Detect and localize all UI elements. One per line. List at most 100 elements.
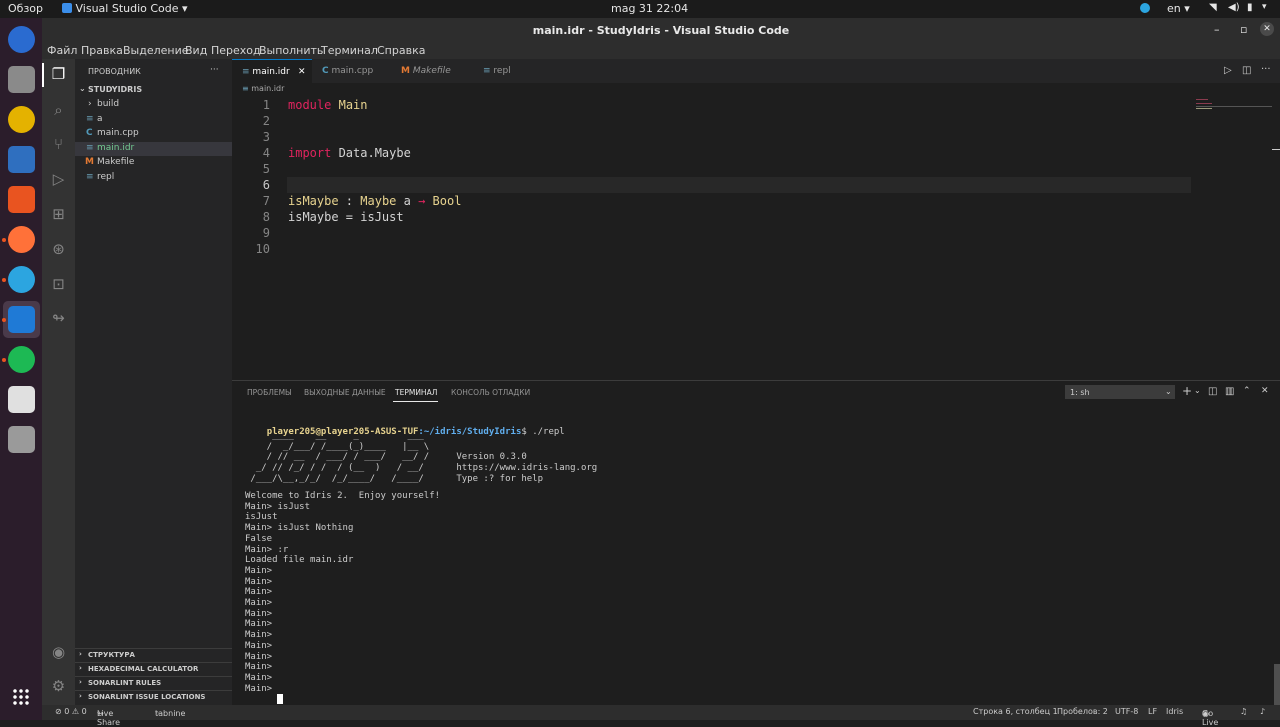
tab-main-idr[interactable]: ≡ main.idr ✕ <box>232 59 312 83</box>
menu-view[interactable]: Вид <box>185 44 207 57</box>
line-number: 5 <box>262 162 270 176</box>
gear-icon[interactable]: ⚙ <box>49 677 68 696</box>
encoding[interactable]: UTF-8 <box>1115 707 1138 716</box>
minimize-button[interactable]: – <box>1214 23 1220 36</box>
more-actions-icon[interactable]: ··· <box>1261 64 1271 75</box>
rhythmbox-icon[interactable] <box>8 106 35 133</box>
close-icon[interactable]: ✕ <box>298 60 306 84</box>
tree-item-makefile[interactable]: M Makefile <box>75 157 232 171</box>
battery-icon[interactable]: ▮ <box>1247 2 1253 13</box>
tree-item-main-cpp[interactable]: C main.cpp <box>75 128 232 142</box>
add-terminal-icon[interactable]: + <box>1182 384 1192 398</box>
terminal-select[interactable]: 1: sh ⌄ <box>1065 385 1175 399</box>
sonarlint-issue-locations-section[interactable]: › SONARLINT ISSUE LOCATIONS <box>75 690 232 704</box>
running-indicator <box>2 358 6 362</box>
tree-item-build[interactable]: › build <box>75 99 232 113</box>
menu-selection[interactable]: Выделение <box>123 44 189 57</box>
minimap[interactable] <box>1194 98 1274 110</box>
outline-section[interactable]: › СТРУКТУРА <box>75 648 232 662</box>
explorer-more-button[interactable]: ··· <box>210 65 219 75</box>
tree-item-repl[interactable]: ≡ repl <box>75 172 232 186</box>
tab-problems[interactable]: ПРОБЛЕМЫ <box>247 388 292 397</box>
code-line: 2 <box>232 113 1280 129</box>
section-label: SONARLINT RULES <box>88 679 162 687</box>
notifications-icon[interactable]: ♫ <box>1240 707 1247 716</box>
software-center-icon[interactable] <box>8 186 35 213</box>
chevron-right-icon: › <box>79 664 82 672</box>
tab-makefile[interactable]: M Makefile <box>391 59 473 83</box>
menu-terminal[interactable]: Терминал <box>321 44 378 57</box>
menu-edit[interactable]: Правка <box>81 44 123 57</box>
tab-debug-console[interactable]: КОНСОЛЬ ОТЛАДКИ <box>451 388 530 397</box>
explorer-icon[interactable]: ❐ <box>49 65 68 84</box>
activities-button[interactable]: Обзор <box>8 2 43 15</box>
run-debug-icon[interactable]: ▷ <box>49 170 68 189</box>
language-mode[interactable]: Idris <box>1166 707 1183 716</box>
running-indicator <box>2 238 6 242</box>
project-header[interactable]: ⌄ STUDYIDRIS <box>75 84 232 96</box>
app-menu[interactable]: Visual Studio Code ▾ <box>62 2 188 15</box>
tree-item-main-idr[interactable]: ≡ main.idr <box>75 142 232 156</box>
extensions-icon[interactable]: ⊞ <box>49 205 68 224</box>
volume-icon[interactable]: ◀) <box>1228 2 1240 13</box>
indentation[interactable]: Пробелов: 2 <box>1057 707 1108 716</box>
search-icon[interactable]: ⌕ <box>49 101 68 120</box>
remote-explorer-icon[interactable]: ⊡ <box>49 275 68 294</box>
code-editor[interactable]: ≡ main.idr 1 module Main 2 3 4 import Data.Ma… <box>232 83 1280 380</box>
breadcrumb-file[interactable]: main.idr <box>251 84 284 93</box>
status-bar: ⊘ 0 ⚠ 0 ↬ Live Share ◦ tabnine Строка 6,… <box>42 705 1280 727</box>
hexadecimal-calculator-section[interactable]: › HEXADECIMAL CALCULATOR <box>75 662 232 676</box>
bell-icon[interactable]: ♪ <box>1260 707 1265 716</box>
menu-go[interactable]: Переход <box>211 44 261 57</box>
terminal-scrollbar[interactable] <box>1274 664 1280 706</box>
live-share-icon[interactable]: ↬ <box>49 309 68 328</box>
menu-help[interactable]: Справка <box>377 44 425 57</box>
problems-status[interactable]: ⊘ 0 ⚠ 0 <box>55 707 87 716</box>
cursor-position[interactable]: Строка 6, столбец 1 <box>973 707 1058 716</box>
tab-repl[interactable]: ≡ repl <box>473 59 543 83</box>
source-control-icon[interactable]: ⑂ <box>49 135 68 154</box>
minimap-line <box>1196 106 1272 107</box>
telegram-tray-icon[interactable] <box>1140 3 1150 13</box>
run-icon[interactable]: ▷ <box>1224 65 1232 76</box>
screenshot-icon[interactable] <box>8 386 35 413</box>
close-panel-icon[interactable]: ✕ <box>1261 386 1269 396</box>
show-apps-icon[interactable] <box>12 688 30 706</box>
trash-icon[interactable]: ▥ <box>1225 386 1234 397</box>
menu-run[interactable]: Выполнить <box>259 44 323 57</box>
sonarlint-rules-section[interactable]: › SONARLINT RULES <box>75 676 232 690</box>
chevron-down-icon[interactable]: ▾ <box>1262 2 1267 12</box>
ssd-drive-icon[interactable] <box>8 426 35 453</box>
spotify-icon[interactable] <box>8 346 35 373</box>
vscode-dock-icon[interactable] <box>8 306 35 333</box>
maximize-button[interactable]: ▫ <box>1240 23 1247 36</box>
tab-label: main.cpp <box>331 66 374 76</box>
split-editor-icon[interactable]: ◫ <box>1242 65 1251 76</box>
account-icon[interactable]: ◉ <box>49 643 68 662</box>
keyboard-layout[interactable]: en ▾ <box>1167 2 1190 15</box>
end-of-line[interactable]: LF <box>1148 707 1157 716</box>
wifi-icon[interactable]: ◥ <box>1209 2 1217 13</box>
files-icon[interactable] <box>8 66 35 93</box>
tree-item-label: main.idr <box>97 143 135 153</box>
tab-terminal[interactable]: ТЕРМИНАЛ <box>395 388 437 397</box>
close-button[interactable]: ✕ <box>1260 22 1274 36</box>
writer-icon[interactable] <box>8 146 35 173</box>
menu-file[interactable]: Файл <box>47 44 77 57</box>
telegram-icon[interactable] <box>8 266 35 293</box>
firefox-icon[interactable] <box>8 226 35 253</box>
tab-output[interactable]: ВЫХОДНЫЕ ДАННЫЕ <box>304 388 386 397</box>
maximize-panel-icon[interactable]: ⌃ <box>1243 386 1251 396</box>
git-graph-icon[interactable]: ⊛ <box>49 240 68 259</box>
line-number: 9 <box>262 226 270 240</box>
chevron-down-icon[interactable]: ⌄ <box>1194 386 1201 395</box>
tab-label: Makefile <box>412 66 451 76</box>
split-terminal-icon[interactable]: ◫ <box>1208 386 1217 397</box>
clock[interactable]: mag 31 22:04 <box>611 2 688 15</box>
tree-item-a[interactable]: ≡ a <box>75 114 232 128</box>
tab-main-cpp[interactable]: C main.cpp <box>312 59 392 83</box>
running-indicator <box>2 318 6 322</box>
line-number: 6 <box>262 178 270 192</box>
thunderbird-icon[interactable] <box>8 26 35 53</box>
code-line: 1 module Main <box>232 97 1280 113</box>
